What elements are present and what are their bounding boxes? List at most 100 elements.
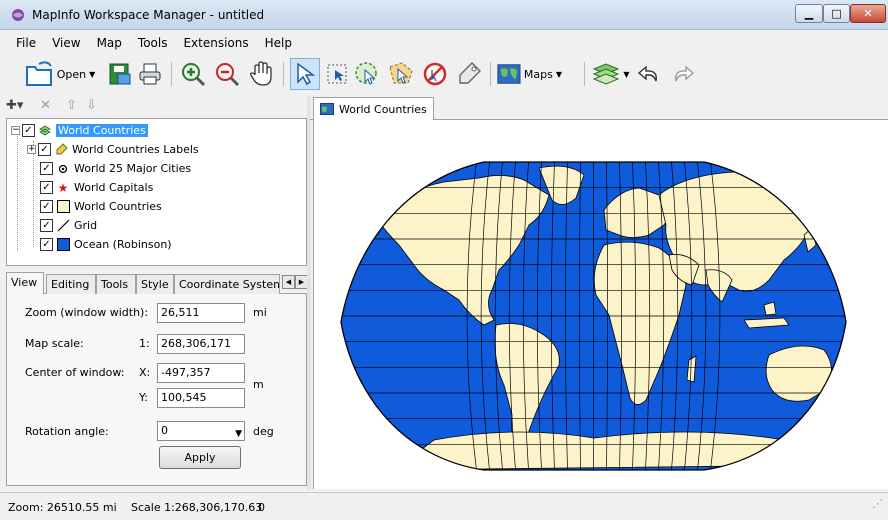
undo-icon xyxy=(637,65,657,82)
toolbar-separator xyxy=(171,62,172,86)
map-tab-label: World Countries xyxy=(339,102,427,116)
unselect-icon xyxy=(423,62,447,86)
tab-view[interactable]: View xyxy=(6,272,44,295)
pan-hand-icon xyxy=(250,61,272,86)
tab-scroll-left-icon[interactable]: ◀ xyxy=(282,275,295,289)
world-map[interactable] xyxy=(314,120,888,489)
view-properties-panel: Zoom (window width): 26,511 mi Map scale… xyxy=(6,294,307,486)
layer-checkbox[interactable]: ✓ xyxy=(38,143,51,156)
zoom-in-icon xyxy=(182,63,206,87)
menu-help[interactable]: Help xyxy=(257,34,300,52)
zoom-in-button[interactable] xyxy=(178,58,208,90)
maximize-button[interactable]: □ xyxy=(823,4,850,23)
menu-map[interactable]: Map xyxy=(89,34,130,52)
panel-splitter[interactable] xyxy=(307,96,311,490)
tab-coordinate-system[interactable]: Coordinate System xyxy=(174,274,280,294)
zoom-label: Zoom (window width): xyxy=(25,306,149,319)
layer-checkbox[interactable]: ✓ xyxy=(40,219,53,232)
title-bar: MapInfo Workspace Manager - untitled ▁ □… xyxy=(0,0,888,30)
layer-label: World Countries Labels xyxy=(72,143,199,156)
menu-view[interactable]: View xyxy=(44,34,88,52)
red-star-icon: ★ xyxy=(57,180,69,195)
status-bar: Zoom: 26510.55 mi Scale 1:268,306,170.63… xyxy=(0,492,888,520)
polygon-select-button[interactable] xyxy=(386,58,416,90)
add-layer-icon[interactable]: ✚▾ xyxy=(6,98,23,113)
toolbar-separator xyxy=(283,62,284,86)
open-button[interactable]: Open ▼ xyxy=(18,58,102,90)
scale-label: Map scale: xyxy=(25,337,84,350)
new-zealand-land xyxy=(838,389,846,416)
open-label: Open xyxy=(56,67,87,81)
dropdown-arrow-icon: ▼ xyxy=(89,69,96,79)
layer-tree: − ✓ World Countries + ✓ World Countries … xyxy=(6,118,307,266)
layer-checkbox[interactable]: ✓ xyxy=(40,200,53,213)
unselect-all-button[interactable] xyxy=(420,58,450,90)
tab-editing[interactable]: Editing xyxy=(46,274,96,294)
map-window[interactable] xyxy=(313,120,888,489)
close-button[interactable]: ✕ xyxy=(850,4,886,23)
apply-button[interactable]: Apply xyxy=(159,446,241,469)
center-y-input[interactable]: 100,545 xyxy=(157,388,245,408)
layer-checkbox[interactable]: ✓ xyxy=(40,162,53,175)
layer-row[interactable]: ✓ World Countries xyxy=(40,197,162,216)
layer-row[interactable]: ✓ ★ World Capitals xyxy=(40,178,153,197)
open-folder-icon xyxy=(25,61,52,86)
layer-label: Ocean (Robinson) xyxy=(74,238,172,251)
center-x-input[interactable]: -497,357 xyxy=(157,363,245,383)
zoom-input[interactable]: 26,511 xyxy=(157,303,245,323)
rotation-label: Rotation angle: xyxy=(25,425,109,438)
close-icon: ✕ xyxy=(863,7,873,20)
move-down-icon[interactable]: ⇩ xyxy=(86,98,97,113)
collapse-icon[interactable]: − xyxy=(11,126,20,135)
layer-checkbox[interactable]: ✓ xyxy=(40,181,53,194)
pan-button[interactable] xyxy=(246,58,276,90)
minimize-button[interactable]: ▁ xyxy=(795,4,823,23)
menu-file[interactable]: File xyxy=(8,34,44,52)
tab-tools[interactable]: Tools xyxy=(96,274,136,294)
maximize-icon: □ xyxy=(831,7,842,20)
polygon-select-icon xyxy=(389,62,413,84)
map-window-icon xyxy=(320,103,334,115)
layer-row[interactable]: − ✓ World Countries xyxy=(11,121,148,140)
zoom-out-icon xyxy=(216,63,240,87)
layer-row[interactable]: ✓ Ocean (Robinson) xyxy=(40,235,172,254)
tab-style[interactable]: Style xyxy=(136,274,174,294)
radius-select-button[interactable] xyxy=(352,58,382,90)
remove-layer-icon[interactable]: ✕ xyxy=(40,98,51,113)
print-button[interactable] xyxy=(136,58,164,90)
maps-dropdown-button[interactable]: Maps ▼ xyxy=(496,58,562,90)
expand-icon[interactable]: + xyxy=(27,145,36,154)
dropdown-arrow-icon: ▼ xyxy=(235,429,242,439)
layer-row[interactable]: ✓ World 25 Major Cities xyxy=(40,159,191,178)
menu-extensions[interactable]: Extensions xyxy=(175,34,256,52)
undo-button[interactable] xyxy=(634,58,664,90)
move-up-icon[interactable]: ⇧ xyxy=(66,98,77,113)
layer-label: World 25 Major Cities xyxy=(74,162,192,175)
select-tool-button[interactable] xyxy=(290,58,320,90)
scale-input[interactable]: 268,306,171 xyxy=(157,334,245,354)
redo-icon xyxy=(675,65,695,82)
map-document-tab[interactable]: World Countries xyxy=(313,97,434,120)
layer-checkbox[interactable]: ✓ xyxy=(22,124,35,137)
layer-control-button[interactable]: ▼ xyxy=(590,58,632,90)
point-dot-icon xyxy=(56,162,70,176)
marquee-select-button[interactable] xyxy=(324,58,350,90)
menu-tools[interactable]: Tools xyxy=(130,34,176,52)
label-tool-button[interactable] xyxy=(454,58,484,90)
mapinfo-app-icon xyxy=(12,9,24,21)
maps-label: Maps xyxy=(523,67,553,81)
layer-checkbox[interactable]: ✓ xyxy=(40,238,53,251)
layer-toolbar: ✚▾ ✕ ⇧ ⇩ xyxy=(0,96,310,118)
layer-row[interactable]: ✓ Grid xyxy=(40,216,97,235)
scale-prefix: 1: xyxy=(139,337,150,350)
toolbar-separator xyxy=(490,62,491,86)
resize-grip-icon[interactable]: ⋰ xyxy=(872,497,883,510)
zoom-out-button[interactable] xyxy=(212,58,242,90)
zoom-unit: mi xyxy=(253,306,267,319)
save-workspace-button[interactable] xyxy=(106,58,134,90)
center-unit: m xyxy=(253,378,264,391)
layer-row[interactable]: + ✓ World Countries Labels xyxy=(27,140,199,159)
main-toolbar: Open ▼ Maps ▼ ▼ xyxy=(0,54,888,94)
rotation-select[interactable]: 0 ▼ xyxy=(157,421,245,441)
redo-button[interactable] xyxy=(668,58,698,90)
